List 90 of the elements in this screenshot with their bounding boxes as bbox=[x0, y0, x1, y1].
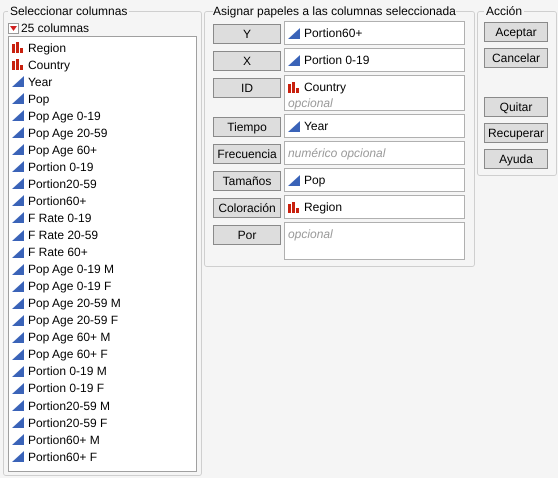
dropdown-menu-icon[interactable] bbox=[8, 22, 19, 34]
column-name[interactable]: Portion 0-19 M bbox=[28, 362, 107, 380]
column-name: Country bbox=[304, 79, 346, 96]
column-name[interactable]: Pop bbox=[28, 90, 50, 108]
column-name[interactable]: Pop Age 0-19 bbox=[28, 106, 101, 125]
triangle-icon bbox=[12, 332, 24, 343]
column-name[interactable]: Pop Age 60+ M bbox=[28, 328, 110, 346]
column-name[interactable]: Pop Age 60+ F bbox=[28, 345, 108, 364]
triangle-icon bbox=[12, 178, 24, 190]
group-title: Acción bbox=[485, 3, 524, 20]
column-name: Region bbox=[304, 199, 342, 216]
column-name: Pop bbox=[304, 172, 326, 189]
triangle-icon bbox=[288, 28, 300, 38]
column-name[interactable]: Portion 0-19 F bbox=[28, 379, 104, 398]
placeholder-text: opcional bbox=[288, 95, 334, 111]
column-name[interactable]: Pop Age 0-19 F bbox=[28, 277, 112, 296]
column-name[interactable]: Portion20-59 M bbox=[28, 396, 110, 415]
role-button[interactable]: Coloración bbox=[213, 198, 281, 218]
triangle-icon bbox=[12, 195, 24, 206]
group-title: Seleccionar columnas bbox=[9, 3, 128, 20]
triangle-icon bbox=[12, 417, 24, 428]
role-field[interactable]: Country opcional bbox=[284, 75, 465, 111]
triangle-icon bbox=[12, 127, 24, 138]
column-name[interactable]: F Rate 20-59 bbox=[28, 226, 98, 244]
role-field[interactable]: Portion 0-19 bbox=[284, 48, 465, 72]
column-name[interactable]: Pop Age 20-59 bbox=[28, 124, 108, 142]
triangle-icon bbox=[12, 348, 24, 360]
column-name[interactable]: Pop Age 20-59 M bbox=[28, 294, 121, 312]
role-button[interactable]: Frecuencia bbox=[213, 144, 281, 164]
role-field[interactable]: Pop bbox=[284, 168, 465, 192]
column-name[interactable]: Pop Age 0-19 M bbox=[28, 260, 114, 278]
triangle-icon bbox=[12, 298, 24, 309]
triangle-icon bbox=[12, 314, 24, 326]
column-name[interactable]: Country bbox=[28, 56, 70, 74]
action-button[interactable]: Recuperar bbox=[484, 123, 548, 143]
triangle-icon bbox=[12, 434, 24, 446]
column-name: Portion60+ bbox=[304, 25, 362, 42]
group-title: Asignar papeles a las columnas seleccionada bbox=[213, 3, 456, 20]
action-button[interactable]: Cancelar bbox=[484, 48, 548, 68]
triangle-icon bbox=[12, 144, 24, 156]
role-button[interactable]: Tiempo bbox=[213, 117, 281, 137]
triangle-icon bbox=[12, 382, 24, 394]
triangle-icon bbox=[12, 161, 24, 172]
column-name[interactable]: Pop Age 20-59 F bbox=[28, 311, 118, 330]
column-name[interactable]: Portion60+ F bbox=[28, 448, 98, 466]
triangle-icon bbox=[288, 54, 300, 66]
placeholder-text: numérico opcional bbox=[288, 145, 387, 161]
triangle-icon bbox=[12, 93, 24, 104]
role-button[interactable]: X bbox=[213, 51, 281, 71]
column-name[interactable]: F Rate 60+ bbox=[28, 243, 88, 262]
column-name[interactable]: F Rate 0-19 bbox=[28, 209, 92, 227]
column-name[interactable]: Portion60+ M bbox=[28, 430, 100, 449]
column-name[interactable]: Pop Age 60+ bbox=[28, 140, 98, 159]
action-button[interactable]: Ayuda bbox=[484, 149, 548, 169]
bar-chart-icon bbox=[288, 82, 300, 92]
column-count: 25 columnas bbox=[21, 20, 90, 37]
triangle-icon bbox=[288, 174, 300, 186]
triangle-icon bbox=[12, 264, 24, 275]
column-list[interactable] bbox=[8, 36, 197, 472]
action-button[interactable]: Quitar bbox=[484, 97, 548, 117]
placeholder-text: opcional bbox=[288, 226, 334, 242]
bar-chart-icon bbox=[288, 202, 300, 212]
role-field[interactable]: Region bbox=[284, 195, 465, 219]
role-field[interactable]: Portion60+ bbox=[284, 21, 465, 45]
triangle-icon bbox=[12, 230, 24, 241]
bar-chart-icon bbox=[12, 59, 24, 70]
role-button[interactable]: Tamaños bbox=[213, 171, 281, 191]
triangle-icon bbox=[12, 400, 24, 411]
triangle-icon bbox=[12, 451, 24, 462]
triangle-icon bbox=[12, 212, 24, 224]
triangle-icon bbox=[12, 366, 24, 377]
column-name[interactable]: Region bbox=[28, 38, 66, 57]
triangle-icon bbox=[12, 246, 24, 258]
role-button[interactable]: ID bbox=[213, 78, 281, 98]
bar-chart-icon bbox=[12, 42, 24, 54]
triangle-icon bbox=[12, 280, 24, 292]
role-button[interactable]: Y bbox=[213, 24, 281, 44]
column-name: Year bbox=[304, 118, 328, 135]
role-field[interactable]: Year bbox=[284, 114, 465, 138]
action-button[interactable]: Aceptar bbox=[484, 22, 548, 42]
triangle-icon bbox=[12, 76, 24, 88]
column-name[interactable]: Portion20-59 bbox=[28, 174, 97, 193]
triangle-icon bbox=[12, 110, 24, 122]
column-name[interactable]: Portion20-59 F bbox=[28, 414, 108, 432]
column-name: Portion 0-19 bbox=[304, 52, 370, 69]
triangle-icon bbox=[288, 120, 300, 132]
column-name[interactable]: Portion 0-19 bbox=[28, 158, 94, 176]
column-name[interactable]: Year bbox=[28, 72, 52, 91]
role-button[interactable]: Por bbox=[213, 225, 281, 245]
column-name[interactable]: Portion60+ bbox=[28, 192, 86, 210]
